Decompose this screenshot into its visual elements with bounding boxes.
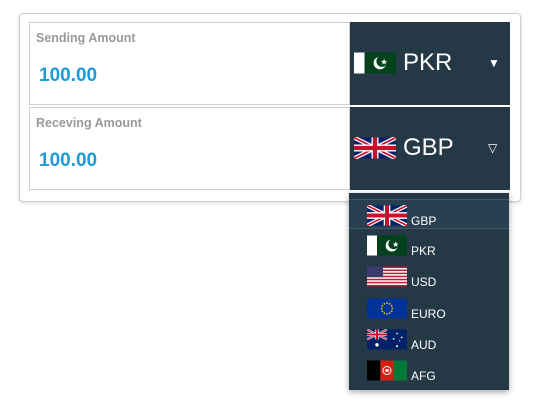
dropdown-option-pkr[interactable]: PKR (349, 230, 509, 260)
sending-amount-label: Sending Amount (36, 31, 136, 45)
dropdown-option-label: PKR (411, 244, 436, 258)
currency-converter-card: Sending Amount PKR ▼ Receving Amount GBP… (19, 13, 521, 202)
dropdown-option-label: USD (411, 275, 437, 289)
uk-flag-icon (354, 137, 396, 159)
sending-amount-box[interactable]: Sending Amount (29, 22, 350, 105)
australia-flag-icon (367, 329, 407, 350)
dropdown-option-label: GBP (411, 214, 437, 228)
receiving-amount-input[interactable] (39, 150, 329, 172)
eu-flag-icon (367, 298, 407, 319)
currency-dropdown-menu: GBP PKR USD EURO AUD AFG (349, 193, 509, 390)
dropdown-option-label: EURO (411, 307, 446, 321)
dropdown-option-aud[interactable]: AUD (349, 324, 509, 354)
receiving-currency-code: GBP (403, 134, 454, 161)
pakistan-flag-icon (354, 52, 396, 74)
chevron-down-outline-icon: ▽ (488, 141, 498, 155)
sending-row: Sending Amount PKR ▼ (29, 22, 510, 105)
dropdown-option-label: AUD (411, 338, 437, 352)
afghanistan-flag-icon (367, 360, 407, 381)
dropdown-option-usd[interactable]: USD (349, 261, 509, 291)
receiving-amount-box[interactable]: Receving Amount (29, 107, 350, 190)
sending-amount-input[interactable] (39, 65, 329, 87)
dropdown-option-afg[interactable]: AFG (349, 355, 509, 385)
sending-currency-select[interactable]: PKR ▼ (350, 22, 510, 105)
dropdown-option-label: AFG (411, 369, 436, 383)
sending-currency-code: PKR (403, 49, 453, 76)
usa-flag-icon (367, 266, 407, 287)
uk-flag-icon (367, 205, 407, 226)
chevron-down-icon: ▼ (488, 56, 500, 70)
dropdown-option-euro[interactable]: EURO (349, 293, 509, 323)
receiving-currency-select[interactable]: GBP ▽ (350, 107, 510, 190)
dropdown-option-gbp[interactable]: GBP (349, 199, 509, 229)
pakistan-flag-icon (367, 235, 407, 256)
receiving-row: Receving Amount GBP ▽ (29, 107, 510, 190)
receiving-amount-label: Receving Amount (36, 116, 142, 130)
